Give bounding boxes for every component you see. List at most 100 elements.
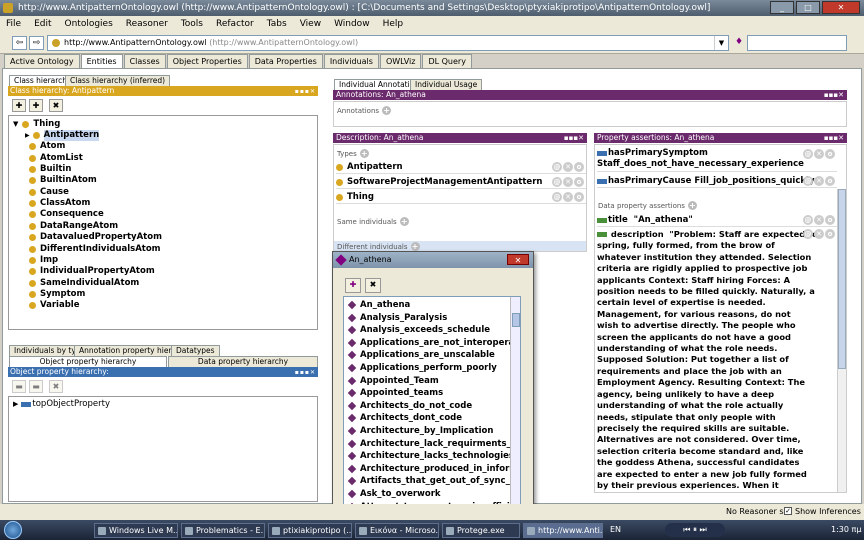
- expand-icon[interactable]: ▼: [13, 119, 18, 130]
- annotate-icon[interactable]: @: [552, 177, 562, 187]
- individual-list-item[interactable]: Applications_are_not_interoperable: [346, 337, 520, 349]
- individual-list-item[interactable]: Analysis_exceeds_schedule: [346, 324, 490, 336]
- class-tree-item[interactable]: AtomList: [29, 153, 83, 164]
- edit-icon[interactable]: o: [825, 149, 835, 159]
- annotate-icon[interactable]: @: [552, 162, 562, 172]
- maximize-button[interactable]: □: [796, 1, 820, 14]
- close-window-button[interactable]: ✕: [822, 1, 860, 14]
- data-property-assertion[interactable]: title "An_athena" @ ✕ o: [597, 214, 837, 227]
- menu-window[interactable]: Window: [334, 19, 370, 29]
- individual-list-item[interactable]: Applications_are_unscalable: [346, 349, 495, 361]
- individual-list-item[interactable]: Ask_to_overwork: [346, 488, 441, 500]
- start-button[interactable]: [4, 521, 22, 539]
- annotate-icon[interactable]: @: [803, 149, 813, 159]
- add-subproperty-icon[interactable]: ▬: [12, 380, 26, 393]
- back-arrow-icon[interactable]: ⇦: [12, 36, 27, 50]
- annotate-icon[interactable]: @: [803, 215, 813, 225]
- individual-list-item[interactable]: Analysis_Paralysis: [346, 312, 447, 324]
- class-tree-item[interactable]: IndividualPropertyAtom: [29, 266, 155, 277]
- ontology-url-field[interactable]: http://www.AntipatternOntology.owl (http…: [47, 35, 729, 51]
- add-type-icon[interactable]: +: [359, 149, 369, 158]
- individual-list-item[interactable]: Architecture_lacks_technologies_sp: [346, 450, 520, 462]
- remove-icon[interactable]: ✕: [563, 177, 573, 187]
- individual-list-item[interactable]: Artifacts_that_get_out_of_sync_with: [346, 475, 520, 487]
- menu-refactor[interactable]: Refactor: [216, 19, 254, 29]
- remove-icon[interactable]: ✕: [814, 229, 824, 239]
- tab-classes[interactable]: Classes: [123, 54, 166, 68]
- individual-list-item[interactable]: Architecture_produced_in_informal_: [346, 463, 520, 475]
- add-sibling-icon[interactable]: ✚: [29, 99, 43, 112]
- menu-tools[interactable]: Tools: [181, 19, 203, 29]
- task-image-editor[interactable]: Εικόνα - Microso...: [355, 523, 439, 538]
- class-tree-item[interactable]: Symptom: [29, 289, 85, 300]
- menu-tabs[interactable]: Tabs: [267, 19, 287, 29]
- task-ontology-window[interactable]: http://www.Anti...: [523, 523, 603, 538]
- add-different-individual-icon[interactable]: +: [410, 242, 420, 251]
- class-tree-item[interactable]: ▶ Antipattern: [25, 130, 100, 141]
- tab-individual-usage[interactable]: Individual Usage: [410, 79, 483, 90]
- expand-icon[interactable]: ▶: [13, 399, 18, 410]
- annotate-icon[interactable]: @: [803, 229, 813, 239]
- tab-dl-query[interactable]: DL Query: [422, 54, 472, 68]
- add-data-property-assertion-icon[interactable]: +: [687, 201, 697, 210]
- edit-icon[interactable]: o: [574, 192, 584, 202]
- class-tree-item[interactable]: DatavaluedPropertyAtom: [29, 232, 162, 243]
- delete-class-icon[interactable]: ✖: [49, 99, 63, 112]
- edit-icon[interactable]: o: [574, 162, 584, 172]
- tab-object-properties[interactable]: Object Properties: [166, 54, 248, 68]
- add-individual-icon[interactable]: ✚: [345, 278, 361, 293]
- tab-datatypes[interactable]: Datatypes: [171, 345, 220, 356]
- tab-data-property-hierarchy[interactable]: Data property hierarchy: [168, 356, 318, 367]
- type-row[interactable]: Antipattern @ ✕ o: [336, 161, 586, 174]
- menu-ontologies[interactable]: Ontologies: [65, 19, 113, 29]
- class-tree-item[interactable]: SameIndividualAtom: [29, 278, 139, 289]
- object-property-assertion[interactable]: hasPrimarySymptom Staff_does_not_have_ne…: [597, 148, 837, 172]
- view-controls-icon[interactable]: ▪▪▪✕: [564, 133, 584, 143]
- minimize-button[interactable]: _: [770, 1, 794, 14]
- menu-help[interactable]: Help: [383, 19, 404, 29]
- close-dialog-button[interactable]: ✕: [507, 254, 529, 265]
- individual-list-item[interactable]: Architects_dont_code: [346, 412, 462, 424]
- task-problematics[interactable]: Problematics - E...: [181, 523, 265, 538]
- menu-view[interactable]: View: [300, 19, 321, 29]
- class-tree-item[interactable]: Cause: [29, 187, 69, 198]
- annotate-icon[interactable]: @: [803, 176, 813, 186]
- tab-owlviz[interactable]: OWLViz: [379, 54, 422, 68]
- view-controls-icon[interactable]: ▪▪▪✕: [295, 87, 316, 96]
- tab-entities[interactable]: Entities: [80, 54, 123, 68]
- individual-list-item[interactable]: Architecture_by_Implication: [346, 425, 493, 437]
- class-tree-item[interactable]: ClassAtom: [29, 198, 90, 209]
- assertions-scrollbar[interactable]: [837, 189, 846, 492]
- individual-list-item[interactable]: Architects_do_not_code: [346, 400, 472, 412]
- tab-class-hierarchy-inferred[interactable]: Class hierarchy (inferred): [65, 75, 171, 86]
- class-tree-item[interactable]: Variable: [29, 300, 79, 311]
- remove-icon[interactable]: ✕: [563, 192, 573, 202]
- tree-root-top-object-property[interactable]: ▶ topObjectProperty: [13, 399, 110, 410]
- type-row[interactable]: SoftwareProjectManagementAntipattern @ ✕ o: [336, 176, 586, 189]
- task-ptixiakiprotipo[interactable]: ptixiakiprotipo (...: [268, 523, 352, 538]
- task-windows-live[interactable]: Windows Live M...: [94, 523, 178, 538]
- add-same-individual-icon[interactable]: +: [399, 217, 409, 226]
- edit-icon[interactable]: o: [825, 229, 835, 239]
- menu-reasoner[interactable]: Reasoner: [126, 19, 168, 29]
- class-tree-item[interactable]: Imp: [29, 255, 58, 266]
- menu-edit[interactable]: Edit: [34, 19, 51, 29]
- class-tree-item[interactable]: Consequence: [29, 209, 104, 220]
- menu-file[interactable]: File: [6, 19, 21, 29]
- tree-root-thing[interactable]: ▼ Thing: [13, 119, 60, 130]
- show-inferences-checkbox[interactable]: ✓: [784, 507, 792, 515]
- delete-individual-icon[interactable]: ✖: [365, 278, 381, 293]
- edit-icon[interactable]: o: [825, 176, 835, 186]
- class-tree-item[interactable]: Atom: [29, 141, 65, 152]
- type-row[interactable]: Thing @ ✕ o: [336, 191, 586, 204]
- view-controls-icon[interactable]: ▪▪▪✕: [295, 368, 316, 377]
- view-controls-icon[interactable]: ▪▪▪✕: [824, 90, 844, 100]
- tab-active-ontology[interactable]: Active Ontology: [4, 54, 80, 68]
- remove-icon[interactable]: ✕: [563, 162, 573, 172]
- individual-list-item[interactable]: Appointed_Team: [346, 375, 439, 387]
- tab-object-property-hierarchy[interactable]: Object property hierarchy: [9, 356, 167, 367]
- class-tree-item[interactable]: DataRangeAtom: [29, 221, 118, 232]
- add-sibling-property-icon[interactable]: ▬: [29, 380, 43, 393]
- individual-list-item[interactable]: An_athena: [346, 299, 410, 311]
- search-input[interactable]: [747, 35, 847, 51]
